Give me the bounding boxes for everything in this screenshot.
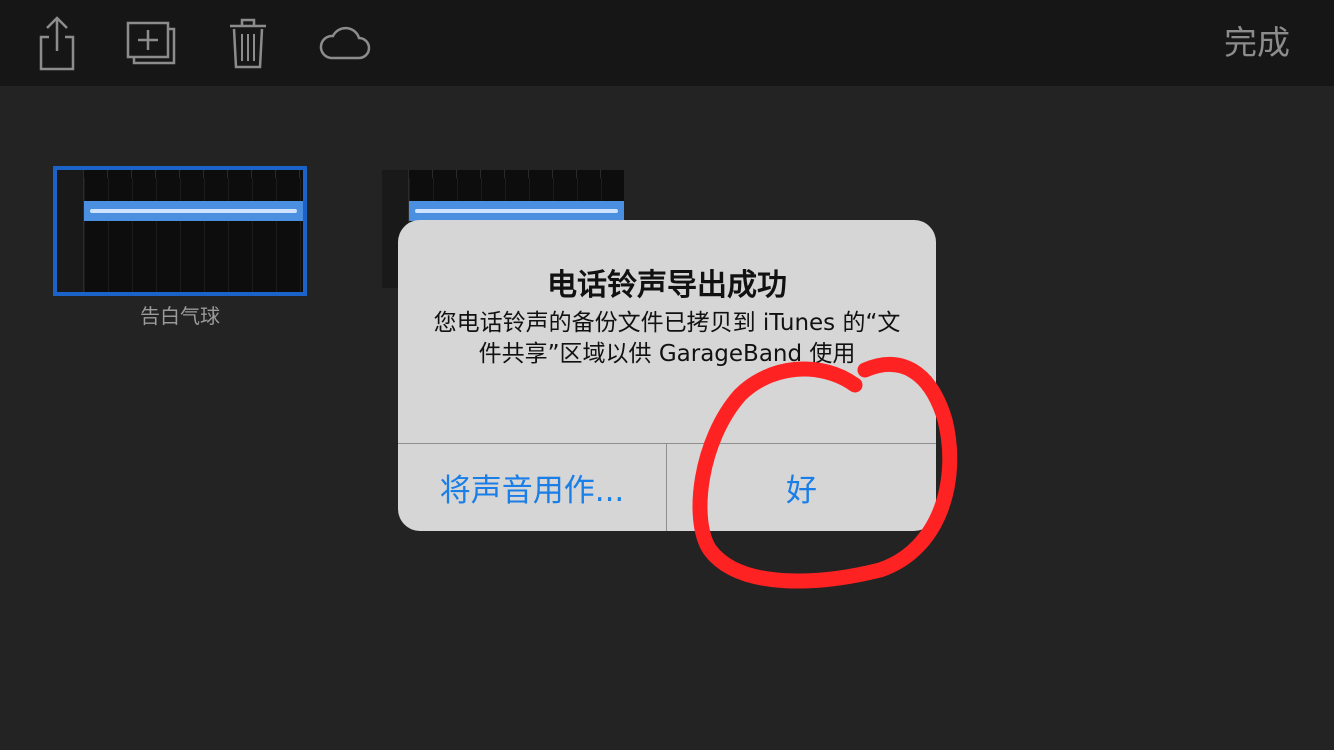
export-success-alert: 电话铃声导出成功 您电话铃声的备份文件已拷贝到 iTunes 的“文件共享”区域… <box>398 220 936 531</box>
ok-button[interactable]: 好 <box>667 444 936 531</box>
alert-title: 电话铃声导出成功 <box>547 268 787 303</box>
use-sound-as-button[interactable]: 将声音用作... <box>398 444 666 531</box>
alert-message: 您电话铃声的备份文件已拷贝到 iTunes 的“文件共享”区域以供 Garage… <box>433 310 901 367</box>
